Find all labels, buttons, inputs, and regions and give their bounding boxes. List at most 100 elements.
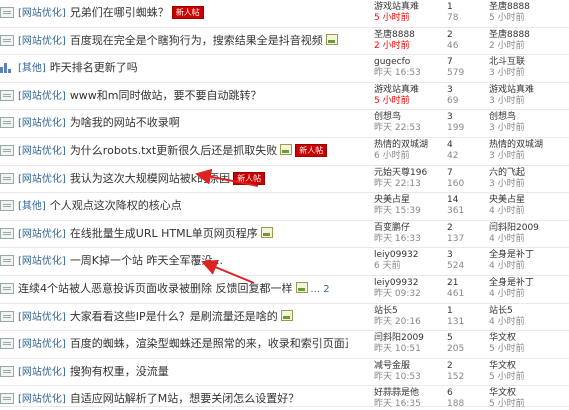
last-poster-link[interactable]: 全身是补丁	[489, 250, 569, 261]
category-link[interactable]: [网站优化]	[18, 36, 66, 47]
last-post-time-link[interactable]: 3 小时前	[489, 179, 569, 190]
last-post-time-link[interactable]: 3 小时前	[489, 68, 569, 79]
author-link[interactable]: 游戏站真难	[374, 2, 446, 13]
thread-row[interactable]: [网站优化] 搜狗有权重，没流量 减号金服 昨天 10:53 2 152 华文权 5 小时前	[0, 358, 569, 387]
last-poster-link[interactable]: 华文权	[489, 361, 569, 372]
thread-title-link[interactable]: 在线批量生成URL HTML单页网页程序	[70, 227, 258, 240]
view-count: 205	[447, 344, 465, 355]
thread-title-cell: [网站优化] www和m同时做站，要不要自动跳转？	[18, 87, 348, 105]
thread-row[interactable]: [网站优化] 兄弟们在哪引蜘蛛？ 新人帖 游戏站真难 5 小时前 1 78 圣唐8888 5 小…	[0, 0, 569, 28]
thread-row[interactable]: 连续4个站被人恶意投诉页面收录被删除 反馈回复都一样 ... 2 leiy09932…	[0, 275, 569, 304]
author-link[interactable]: 闫斜阳2009	[374, 333, 446, 344]
author-link[interactable]: gugecfo	[374, 57, 446, 68]
last-poster-link[interactable]: 北斗互联	[489, 57, 569, 68]
thread-row[interactable]: [网站优化] 在线批量生成URL HTML单页网页程序 百变鹏仔 昨天 16:33 2 1…	[0, 220, 569, 249]
thread-title-link[interactable]: 百度的蜘蛛，渲染型蜘蛛还是照常的来，收录和索引页面正常	[70, 337, 348, 350]
last-poster-link[interactable]: 游戏站真难	[489, 85, 569, 96]
last-post-cell: 华文权 5 小时前	[489, 333, 569, 355]
category-link[interactable]: [其他]	[18, 63, 46, 74]
category-link[interactable]: [网站优化]	[18, 118, 66, 129]
category-link[interactable]: [网站优化]	[18, 256, 66, 267]
thread-title-link[interactable]: 个人观点这次降权的核心点	[50, 199, 182, 212]
thread-row[interactable]: [网站优化] 我认为这次大规模网站被k的原因 新人帖 元始天尊196 昨天 22:13 7…	[0, 165, 569, 194]
author-link[interactable]: 减号金服	[374, 361, 446, 372]
thread-title-link[interactable]: 大家看看这些IP是什么？是刷流量还是啥的	[70, 310, 278, 323]
last-poster-link[interactable]: 站长5	[489, 306, 569, 317]
thread-title-link[interactable]: 为什么robots.txt更新很久后还是抓取失败	[70, 144, 277, 157]
author-link[interactable]: 元始天尊196	[374, 168, 446, 179]
thread-title-link[interactable]: www和m同时做站，要不要自动跳转？	[70, 89, 262, 102]
thread-title-link[interactable]: 兄弟们在哪引蜘蛛？	[70, 6, 169, 19]
last-post-time-link[interactable]: 4 小时前	[489, 317, 569, 328]
author-link[interactable]: 好蒜蒜是他	[374, 388, 446, 399]
thread-row[interactable]: [网站优化] 百度现在完全是个瞎狗行为，搜索结果全是抖音视频 圣唐8888 2 小时前…	[0, 27, 569, 56]
last-post-time-link[interactable]: 4 小时前	[489, 261, 569, 272]
thread-title-cell: [网站优化] 百度的蜘蛛，渲染型蜘蛛还是照常的来，收录和索引页面正常	[18, 335, 348, 353]
thread-row[interactable]: [网站优化] 为啥我的网站不收录啊 创想鸟 昨天 22:53 3 199 创想鸟 3 小时前	[0, 110, 569, 138]
category-link[interactable]: [网站优化]	[18, 367, 66, 378]
author-link[interactable]: 游戏站真难	[374, 85, 446, 96]
last-poster-link[interactable]: 六的飞起	[489, 168, 569, 179]
category-link[interactable]: [其他]	[18, 201, 46, 212]
thread-title-cell: [网站优化] 为什么robots.txt更新很久后还是抓取失败 新人帖	[18, 142, 348, 160]
thread-title-link[interactable]: 昨天排名更新了吗	[50, 61, 138, 74]
stats-cell: 4 42	[447, 140, 487, 162]
thread-row[interactable]: [网站优化] 大家看看这些IP是什么？是刷流量还是啥的 站长5 昨天 20:16 1 13…	[0, 303, 569, 332]
thread-row[interactable]: [网站优化] 为什么robots.txt更新很久后还是抓取失败 新人帖 热情的双城湖 6…	[0, 137, 569, 166]
category-link[interactable]: [网站优化]	[18, 146, 66, 157]
last-poster-link[interactable]: 全身是补丁	[489, 278, 569, 289]
last-poster-link[interactable]: 创想鸟	[489, 112, 569, 123]
thread-title-link[interactable]: 连续4个站被人恶意投诉页面收录被删除 反馈回复都一样	[18, 282, 293, 295]
author-cell: 游戏站真难 5 小时前	[374, 85, 446, 107]
thread-row[interactable]: [网站优化] 一周K掉一个站 昨天全军覆没... leiy09932 6 天前 3 524…	[0, 248, 569, 276]
author-link[interactable]: 央美占星	[374, 195, 446, 206]
last-post-time-link[interactable]: 4 小时前	[489, 234, 569, 245]
thread-title-link[interactable]: 自适应网站解析了M站，想要关闭怎么设置好？	[70, 392, 300, 405]
last-poster-link[interactable]: 华文权	[489, 333, 569, 344]
thread-title-link[interactable]: 我认为这次大规模网站被k的原因	[70, 172, 230, 185]
last-poster-link[interactable]: 央美占星	[489, 195, 569, 206]
category-link[interactable]: [网站优化]	[18, 339, 66, 350]
category-link[interactable]: [网站优化]	[18, 229, 66, 240]
last-post-time-link[interactable]: 4 小时前	[489, 289, 569, 300]
last-post-time-link[interactable]: 5 小时前	[489, 344, 569, 355]
thread-row[interactable]: [网站优化] 百度的蜘蛛，渲染型蜘蛛还是照常的来，收录和索引页面正常 闫斜阳2009…	[0, 331, 569, 359]
category-link[interactable]: [网站优化]	[18, 312, 66, 323]
author-link[interactable]: leiy09932	[374, 278, 446, 289]
last-poster-link[interactable]: 热情的双城湖	[489, 140, 569, 151]
author-link[interactable]: 创想鸟	[374, 112, 446, 123]
last-poster-link[interactable]: 圣唐8888	[489, 30, 569, 41]
thread-title-link[interactable]: 搜狗有权重，没流量	[70, 365, 169, 378]
author-link[interactable]: 百变鹏仔	[374, 223, 446, 234]
stats-cell: 3 524	[447, 250, 487, 272]
author-link[interactable]: 热情的双城湖	[374, 140, 446, 151]
category-link[interactable]: [网站优化]	[18, 91, 66, 102]
last-poster-link[interactable]: 华文权	[489, 388, 569, 399]
last-poster-link[interactable]: 圣唐8888	[489, 2, 569, 13]
thread-row[interactable]: [网站优化] 自适应网站解析了M站，想要关闭怎么设置好？ 好蒜蒜是他 昨天 16:35…	[0, 386, 569, 410]
author-cell: 好蒜蒜是他 昨天 16:35	[374, 388, 446, 410]
thread-title-link[interactable]: 百度现在完全是个瞎狗行为，搜索结果全是抖音视频	[70, 34, 323, 47]
thread-row[interactable]: [其他] 昨天排名更新了吗 gugecfo 昨天 16:53 7 579 北斗互联 3 小时前	[0, 55, 569, 83]
last-post-time-link[interactable]: 3 小时前	[489, 123, 569, 134]
author-link[interactable]: 站长5	[374, 306, 446, 317]
author-link[interactable]: leiy09932	[374, 250, 446, 261]
page-link[interactable]: ... 2	[311, 284, 330, 295]
thread-row[interactable]: [网站优化] www和m同时做站，要不要自动跳转？ 游戏站真难 5 小时前 3 69 游戏站…	[0, 82, 569, 111]
thread-row[interactable]: [其他] 个人观点这次降权的核心点 央美占星 昨天 15:39 14 361 央美占星 4 小…	[0, 193, 569, 221]
thread-title-link[interactable]: 为啥我的网站不收录啊	[70, 116, 180, 129]
last-poster-link[interactable]: 闫斜阳2009	[489, 223, 569, 234]
last-post-time-link[interactable]: 3 小时前	[489, 151, 569, 162]
author-link[interactable]: 圣唐8888	[374, 30, 446, 41]
last-post-time-link[interactable]: 5 小时前	[489, 399, 569, 410]
thread-title-link[interactable]: 一周K掉一个站 昨天全军覆没...	[70, 254, 223, 267]
last-post-time-link[interactable]: 3 小时前	[489, 96, 569, 107]
last-post-time-link[interactable]: 2 小时前	[489, 41, 569, 52]
category-link[interactable]: [网站优化]	[18, 8, 66, 19]
last-post-time-link[interactable]: 5 小时前	[489, 372, 569, 383]
category-link[interactable]: [网站优化]	[18, 174, 66, 185]
image-attachment-icon	[295, 281, 308, 293]
last-post-time-link[interactable]: 5 小时前	[489, 13, 569, 24]
stats-cell: 21 461	[447, 278, 487, 300]
last-post-time-link[interactable]: 4 小时前	[489, 206, 569, 217]
